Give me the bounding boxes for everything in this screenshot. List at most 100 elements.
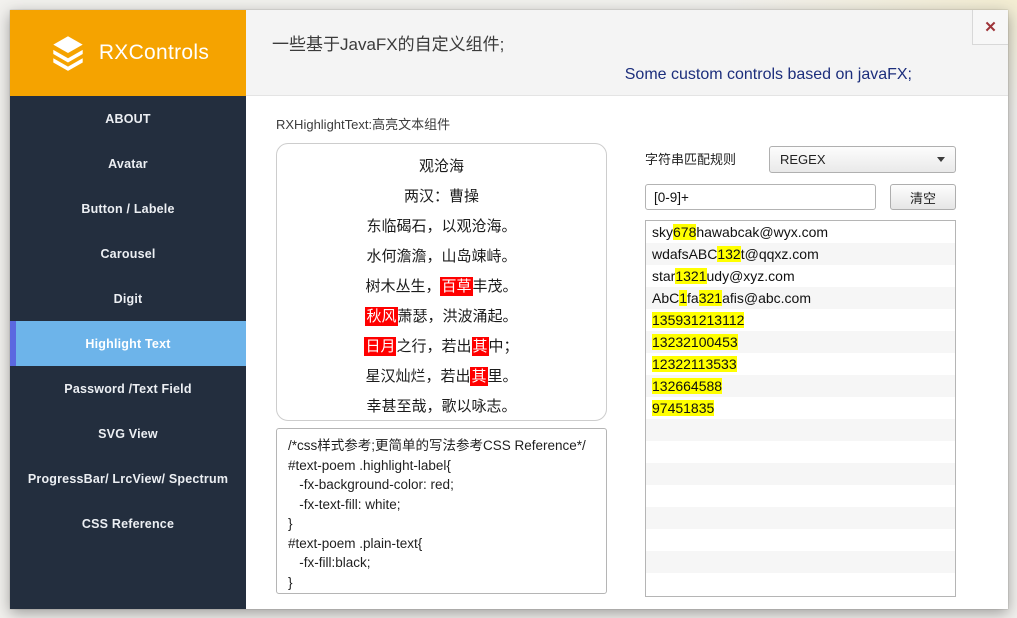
- plain-text: 观沧海: [419, 158, 464, 175]
- sidebar-item-label: Button / Labele: [81, 202, 174, 216]
- list-item[interactable]: sky678hawabcak@wyx.com: [646, 221, 955, 243]
- poem-line: 树木丛生，百草丰茂。: [277, 272, 606, 302]
- highlight-match: 132: [717, 246, 740, 262]
- poem-line: 日月之行，若出其中；: [277, 332, 606, 362]
- rule-select-value: REGEX: [780, 152, 826, 167]
- brand-name: RXControls: [99, 41, 209, 65]
- pattern-input[interactable]: [645, 184, 876, 210]
- highlight-match: 135931213112: [652, 312, 744, 328]
- poem-line: 幸甚至哉，歌以咏志。: [277, 392, 606, 421]
- list-item[interactable]: [646, 441, 955, 463]
- sidebar-item-label: Password /Text Field: [64, 382, 191, 396]
- list-item[interactable]: 97451835: [646, 397, 955, 419]
- rule-select[interactable]: REGEX: [769, 146, 956, 173]
- highlight-match: 1: [679, 290, 687, 306]
- main-content: RXHighlightText:高亮文本组件 观沧海两汉：曹操东临碣石，以观沧海…: [246, 96, 1008, 609]
- list-item[interactable]: 135931213112: [646, 309, 955, 331]
- sidebar-nav: ABOUT Avatar Button / Labele Carousel Digit H…: [10, 96, 246, 546]
- close-icon: ✕: [984, 18, 997, 36]
- header-title: 一些基于JavaFX的自定义组件;: [272, 30, 504, 55]
- sidebar-item-button-labele[interactable]: Button / Labele: [10, 186, 246, 231]
- list-item[interactable]: star1321udy@xyz.com: [646, 265, 955, 287]
- sidebar-item-carousel[interactable]: Carousel: [10, 231, 246, 276]
- plain-text: afis@abc.com: [722, 290, 811, 306]
- sidebar-item-label: SVG View: [98, 427, 158, 441]
- sidebar-item-highlight-text[interactable]: Highlight Text: [10, 321, 246, 366]
- plain-text: t@qqxz.com: [741, 246, 819, 262]
- sidebar-item-label: ABOUT: [105, 112, 150, 126]
- highlight-match: 百草: [440, 277, 472, 296]
- plain-text: 里。: [488, 368, 518, 385]
- plain-text: fa: [687, 290, 699, 306]
- matcher-panel: 字符串匹配规则 REGEX 清空 sky678hawabcak@wyx.comw…: [645, 96, 956, 609]
- highlight-match: 132664588: [652, 378, 722, 394]
- highlight-match: 秋风: [365, 307, 397, 326]
- highlight-match: 13232100453: [652, 334, 738, 350]
- css-editor[interactable]: /*css样式参考;更简单的写法参考CSS Reference*/ #text-…: [276, 428, 607, 594]
- sidebar-item-progressbar-lrcview-spectrum[interactable]: ProgressBar/ LrcView/ Spectrum: [10, 456, 246, 501]
- highlight-match: 12322113533: [652, 356, 737, 372]
- highlight-match: 其: [470, 367, 487, 386]
- poem-line: 水何澹澹，山岛竦峙。: [277, 242, 606, 272]
- poem-line: 观沧海: [277, 152, 606, 182]
- list-item[interactable]: AbC1fa321afis@abc.com: [646, 287, 955, 309]
- sidebar-item-label: Avatar: [108, 157, 148, 171]
- chevron-down-icon: [937, 157, 945, 162]
- sidebar-item-svg-view[interactable]: SVG View: [10, 411, 246, 456]
- plain-text: udy@xyz.com: [707, 268, 795, 284]
- highlight-match: 1321: [675, 268, 706, 284]
- list-item[interactable]: [646, 551, 955, 573]
- brand-logo: RXControls: [10, 10, 246, 96]
- plain-text: 幸甚至哉，歌以咏志。: [366, 398, 516, 415]
- list-item[interactable]: [646, 507, 955, 529]
- rule-label: 字符串匹配规则: [645, 146, 736, 173]
- plain-text: 两汉：曹操: [404, 188, 479, 205]
- list-item[interactable]: 132664588: [646, 375, 955, 397]
- selected-accent-bar: [10, 321, 16, 366]
- plain-text: 东临碣石，以观沧海。: [366, 218, 516, 235]
- sidebar-item-label: Carousel: [100, 247, 155, 261]
- plain-text: star: [652, 268, 675, 284]
- list-item[interactable]: [646, 573, 955, 595]
- list-item[interactable]: [646, 419, 955, 441]
- header-subtitle: Some custom controls based on javaFX;: [625, 66, 912, 84]
- sidebar-item-about[interactable]: ABOUT: [10, 96, 246, 141]
- list-item[interactable]: [646, 485, 955, 507]
- poem-line: 秋风萧瑟，洪波涌起。: [277, 302, 606, 332]
- close-button[interactable]: ✕: [972, 10, 1008, 45]
- plain-text: 之行，若出: [396, 338, 471, 355]
- plain-text: wdafsABC: [652, 246, 717, 262]
- sidebar-item-css-reference[interactable]: CSS Reference: [10, 501, 246, 546]
- clear-button[interactable]: 清空: [890, 184, 956, 210]
- plain-text: hawabcak@wyx.com: [696, 224, 828, 240]
- page-title: RXHighlightText:高亮文本组件: [276, 114, 450, 133]
- header: 一些基于JavaFX的自定义组件; Some custom controls b…: [246, 10, 1008, 96]
- plain-text: 星汉灿烂，若出: [365, 368, 470, 385]
- plain-text: 中；: [489, 338, 519, 355]
- list-item[interactable]: 12322113533: [646, 353, 955, 375]
- highlight-match: 678: [673, 224, 696, 240]
- list-item[interactable]: 13232100453: [646, 331, 955, 353]
- sidebar-item-label: Digit: [114, 292, 143, 306]
- app-window: RXControls ABOUT Avatar Button / Labele Car…: [10, 10, 1008, 609]
- layers-icon: [47, 32, 89, 74]
- sidebar-item-avatar[interactable]: Avatar: [10, 141, 246, 186]
- sidebar-item-password-text-field[interactable]: Password /Text Field: [10, 366, 246, 411]
- sidebar-item-digit[interactable]: Digit: [10, 276, 246, 321]
- list-item[interactable]: [646, 463, 955, 485]
- plain-text: 丰茂。: [473, 278, 518, 295]
- sidebar-item-label: Highlight Text: [85, 337, 170, 351]
- plain-text: sky: [652, 224, 673, 240]
- poem-panel: 观沧海两汉：曹操东临碣石，以观沧海。水何澹澹，山岛竦峙。树木丛生，百草丰茂。秋风…: [276, 143, 607, 421]
- plain-text: 水何澹澹，山岛竦峙。: [366, 248, 516, 265]
- sidebar-item-label: CSS Reference: [82, 517, 174, 531]
- css-code: /*css样式参考;更简单的写法参考CSS Reference*/ #text-…: [288, 436, 595, 592]
- highlight-match: 97451835: [652, 400, 714, 416]
- list-item[interactable]: wdafsABC132t@qqxz.com: [646, 243, 955, 265]
- sidebar: RXControls ABOUT Avatar Button / Labele Car…: [10, 10, 246, 609]
- match-list[interactable]: sky678hawabcak@wyx.comwdafsABC132t@qqxz.…: [645, 220, 956, 597]
- list-item[interactable]: [646, 529, 955, 551]
- poem-line: 东临碣石，以观沧海。: [277, 212, 606, 242]
- sidebar-item-label: ProgressBar/ LrcView/ Spectrum: [28, 472, 228, 486]
- highlight-match: 321: [699, 290, 722, 306]
